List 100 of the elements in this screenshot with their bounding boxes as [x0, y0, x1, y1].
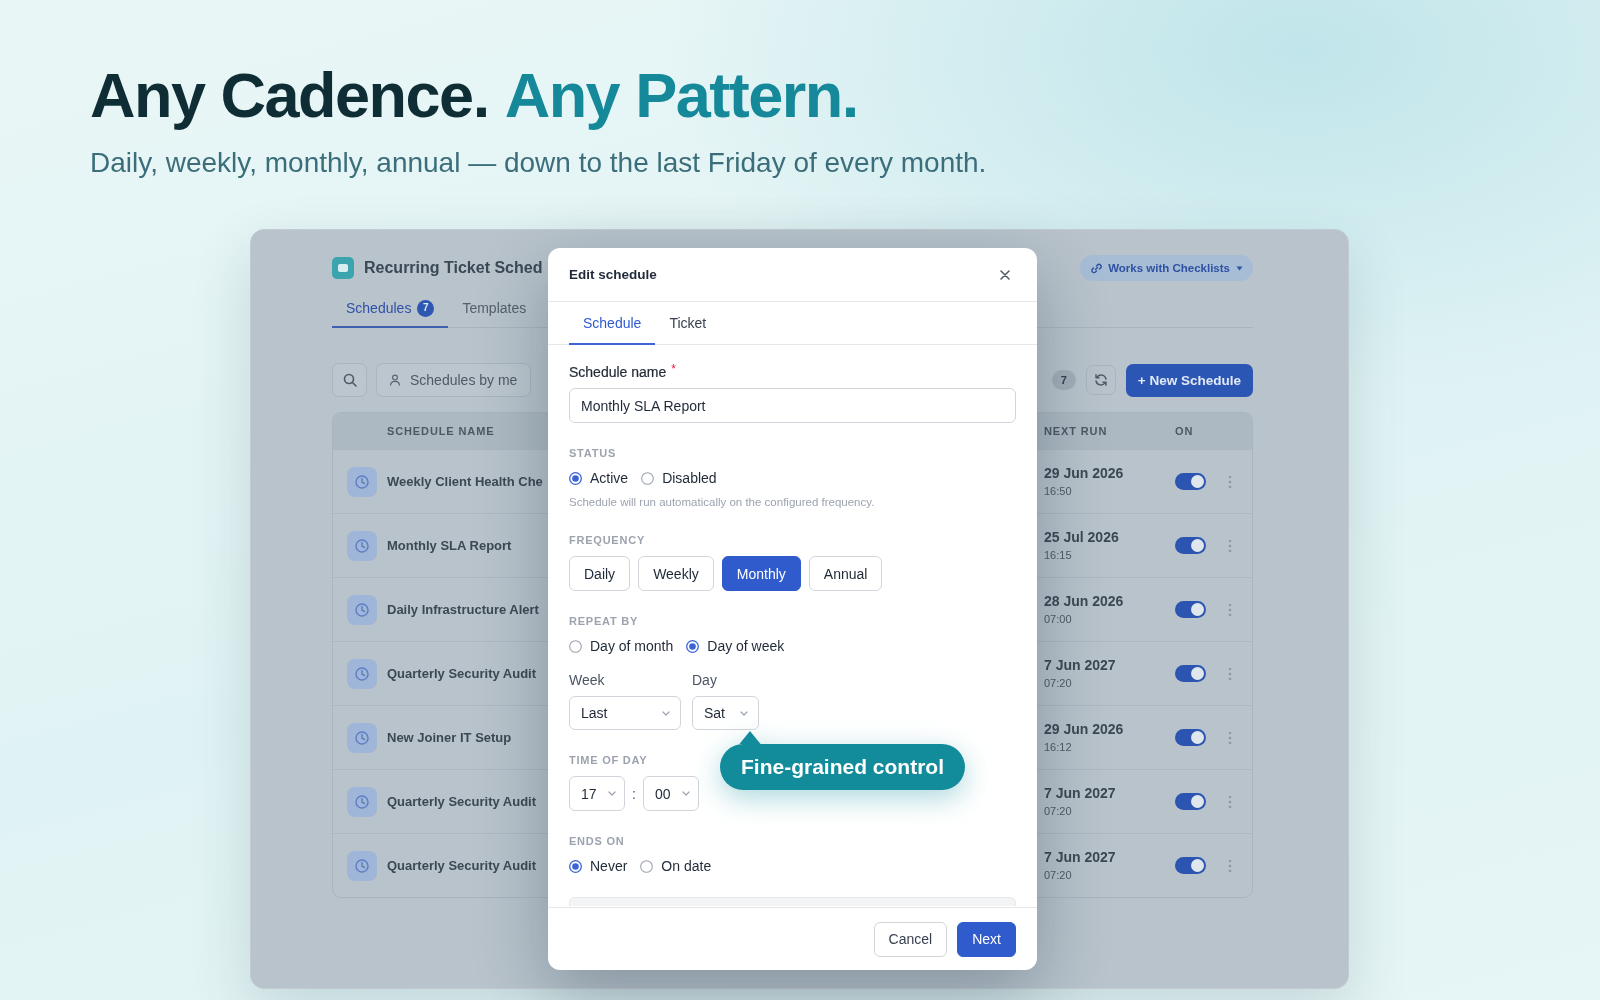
hero-subtitle: Daily, weekly, monthly, annual — down to the last Friday of every month. [90, 147, 987, 179]
next-run-time: 07:20 [1044, 805, 1072, 818]
toggle-switch[interactable] [1175, 793, 1206, 810]
clock-icon [347, 722, 377, 753]
next-run-time: 07:00 [1044, 613, 1072, 626]
search-button[interactable] [332, 363, 367, 397]
close-button[interactable] [1000, 269, 1010, 280]
next-button[interactable]: Next [957, 921, 1016, 957]
field-label: Day [692, 671, 717, 690]
new-schedule-button[interactable]: + New Schedule [1125, 363, 1253, 397]
section-heading: FREQUENCY [569, 533, 645, 548]
next-run-date: 7 Jun 2027 [1044, 785, 1116, 802]
clock-icon [347, 594, 377, 625]
clock-icon [347, 530, 377, 561]
kebab-menu-icon [1228, 538, 1232, 553]
schedule-name: Quarterly Security Audit [387, 858, 537, 873]
link-icon [1091, 262, 1103, 274]
kebab-menu-icon [1228, 730, 1232, 745]
radio-option[interactable]: On date [640, 856, 712, 876]
count-badge: 7 [417, 299, 435, 317]
hero-title-accent: Any Pattern. [504, 59, 858, 131]
tab[interactable]: Templates [448, 292, 541, 328]
column-header: ON [1175, 425, 1194, 437]
section-heading: REPEAT BY [569, 614, 639, 629]
helper-text: Schedule will run automatically on the configured frequency. [569, 495, 875, 510]
schedule-name: Quarterly Security Audit [387, 666, 537, 681]
chevron-down-icon [681, 791, 690, 796]
toggle-switch[interactable] [1175, 665, 1206, 682]
next-run-time: 16:50 [1044, 485, 1072, 498]
radio-option[interactable]: Day of week [686, 636, 785, 656]
frequency-option[interactable]: Weekly [638, 556, 714, 591]
select-field[interactable]: Sat [692, 696, 759, 730]
toggle-switch[interactable] [1175, 729, 1206, 746]
kebab-menu-icon [1228, 794, 1232, 809]
person-icon [389, 374, 401, 386]
close-icon [1000, 269, 1010, 280]
kebab-menu-icon [1228, 602, 1232, 617]
clock-icon [347, 658, 377, 689]
clock-icon [347, 850, 377, 881]
radio-option[interactable]: Day of month [569, 636, 674, 656]
clock-icon [347, 786, 377, 817]
cancel-button[interactable]: Cancel [873, 921, 948, 957]
next-run-date: 28 Jun 2026 [1044, 593, 1124, 610]
text-input[interactable]: Monthly SLA Report [569, 388, 1016, 423]
toggle-switch[interactable] [1175, 601, 1206, 618]
section-heading: STATUS [569, 446, 616, 461]
next-run-time: 07:20 [1044, 677, 1072, 690]
tab[interactable]: Ticket [655, 302, 721, 345]
toggle-switch[interactable] [1175, 473, 1206, 490]
schedule-name: Quarterly Security Audit [387, 794, 537, 809]
kebab-menu-icon [1228, 474, 1232, 489]
select-field[interactable]: 00 [642, 776, 699, 811]
frequency-option[interactable]: Annual [808, 556, 883, 591]
schedule-name: Daily Infrastructure Alert [387, 602, 539, 617]
callout-bubble: Fine-grained control [720, 744, 965, 790]
toggle-switch[interactable] [1175, 537, 1206, 554]
next-run-date: 29 Jun 2026 [1044, 721, 1124, 738]
frequency-option[interactable]: Daily [569, 556, 631, 591]
next-run-time: 07:20 [1044, 869, 1072, 882]
radio-option[interactable]: Never [569, 856, 628, 876]
search-icon [342, 373, 357, 387]
chevron-down-icon [608, 791, 616, 796]
pointer-icon [739, 731, 761, 744]
field-label: Schedule name [569, 363, 667, 382]
column-header: NEXT RUN [1044, 425, 1108, 437]
toggle-switch[interactable] [1175, 857, 1206, 874]
tab[interactable]: Schedules 7 [332, 292, 449, 328]
frequency-option[interactable]: Monthly [721, 556, 801, 591]
feature-pill[interactable]: Works with Checklists [1080, 255, 1253, 281]
schedule-name: Weekly Client Health Che [387, 474, 543, 489]
next-run-date: 29 Jun 2026 [1044, 465, 1124, 482]
hero-title: Any Cadence. [90, 59, 489, 131]
chevron-down-icon [662, 710, 670, 716]
radio-option[interactable]: Active [569, 468, 629, 488]
count-badge: 7 [1051, 370, 1076, 390]
required-mark: * [671, 362, 676, 376]
next-run-date: 25 Jul 2026 [1044, 529, 1119, 546]
section-heading: TIME OF DAY [569, 753, 648, 768]
kebab-menu-icon [1228, 858, 1232, 873]
select-field[interactable]: Last [569, 696, 681, 730]
field-label: Week [569, 671, 605, 690]
clock-icon [347, 466, 377, 497]
next-run-time: 16:15 [1044, 549, 1072, 562]
refresh-button[interactable] [1085, 365, 1116, 395]
next-run-time: 16:12 [1044, 741, 1072, 754]
dialog-title: Edit schedule [569, 267, 657, 282]
input-field[interactable] [569, 897, 1016, 906]
column-header: SCHEDULE NAME [387, 425, 495, 437]
chevron-down-icon [740, 710, 748, 716]
logo-icon [332, 257, 354, 279]
filter-button[interactable]: Schedules by me [376, 363, 532, 397]
kebab-menu-icon [1228, 666, 1232, 681]
time-separator: : [632, 785, 636, 802]
next-run-date: 7 Jun 2027 [1044, 849, 1116, 866]
schedule-name: Monthly SLA Report [387, 538, 512, 553]
schedule-name: New Joiner IT Setup [387, 730, 512, 745]
radio-option[interactable]: Disabled [641, 468, 717, 488]
select-field[interactable]: 17 [569, 776, 625, 811]
tab[interactable]: Schedule [569, 302, 656, 345]
caret-icon [1236, 265, 1243, 271]
